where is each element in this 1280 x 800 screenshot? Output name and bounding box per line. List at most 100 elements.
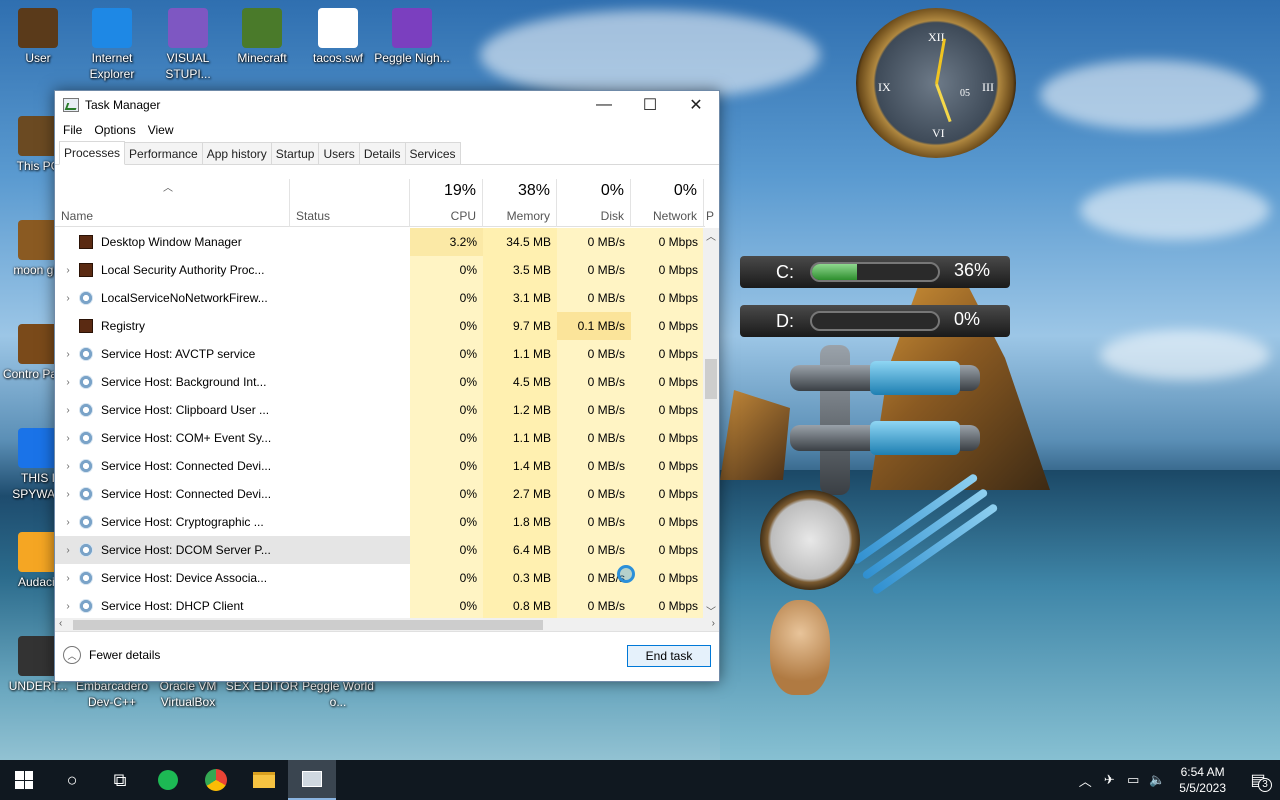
expand-chevron-icon[interactable]: ›: [61, 545, 75, 556]
horizontal-scrollbar[interactable]: ‹ ›: [55, 618, 719, 632]
process-row[interactable]: Desktop Window Manager 3.2% 34.5 MB 0 MB/s 0…: [55, 228, 703, 256]
expand-chevron-icon[interactable]: ›: [61, 573, 75, 584]
process-row[interactable]: › Service Host: DCOM Server P... 0% 6.4 MB 0…: [55, 536, 703, 564]
desktop-icon-image: [18, 220, 58, 260]
close-button[interactable]: ✕: [673, 91, 719, 119]
system-tray: ︿ ✈ ▭ 🔈 6:54 AM 5/5/2023 ▤ 3: [1073, 760, 1280, 800]
start-button[interactable]: [0, 760, 48, 800]
process-row[interactable]: › LocalServiceNoNetworkFirew... 0% 3.1 MB 0 …: [55, 284, 703, 312]
column-header-power[interactable]: P: [704, 179, 718, 227]
column-header-disk[interactable]: 0% Disk: [557, 179, 631, 227]
desktop-icon[interactable]: VISUAL STUPI...: [150, 2, 226, 82]
desktop-icon-image: [18, 428, 58, 468]
end-task-button[interactable]: End task: [627, 645, 711, 667]
minimize-button[interactable]: —: [581, 91, 627, 119]
process-name: Service Host: Device Associa...: [101, 571, 268, 585]
column-header-status[interactable]: Status: [290, 179, 410, 227]
process-row[interactable]: › Service Host: DHCP Client 0% 0.8 MB 0 MB/s…: [55, 592, 703, 618]
process-disk: 0 MB/s: [557, 396, 631, 424]
taskbar-clock[interactable]: 6:54 AM 5/5/2023: [1169, 764, 1236, 796]
process-row[interactable]: › Local Security Authority Proc... 0% 3.5 M…: [55, 256, 703, 284]
process-memory: 1.1 MB: [483, 340, 557, 368]
process-row[interactable]: › Service Host: COM+ Event Sy... 0% 1.1 MB 0…: [55, 424, 703, 452]
desktop-icon-label: tacos.swf: [312, 51, 363, 65]
search-button[interactable]: ○: [48, 760, 96, 800]
desktop-icon[interactable]: User: [0, 2, 76, 66]
expand-chevron-icon[interactable]: ›: [61, 433, 75, 444]
chevron-up-icon[interactable]: ︿: [1073, 771, 1097, 790]
column-header-network[interactable]: 0% Network: [631, 179, 704, 227]
network-total-percent: 0%: [673, 182, 697, 199]
desktop-icon[interactable]: Peggle Nigh...: [374, 2, 450, 66]
expand-chevron-icon[interactable]: ›: [61, 349, 75, 360]
taskbar-app-file-explorer[interactable]: [240, 760, 288, 800]
service-gear-icon: [79, 431, 93, 445]
scroll-left-icon[interactable]: ‹: [59, 618, 62, 629]
cloud: [1100, 330, 1270, 380]
expand-chevron-icon[interactable]: ›: [61, 517, 75, 528]
expand-chevron-icon[interactable]: ›: [61, 489, 75, 500]
taskbar-app-task-manager[interactable]: [288, 760, 336, 800]
network-icon[interactable]: ▭: [1121, 772, 1145, 788]
column-header-name[interactable]: ︿ Name: [55, 179, 290, 227]
tab-details[interactable]: Details: [358, 142, 406, 164]
vertical-scroll-thumb[interactable]: [705, 359, 717, 399]
process-memory: 0.8 MB: [483, 592, 557, 618]
process-row[interactable]: › Service Host: Connected Devi... 0% 2.7 MB…: [55, 480, 703, 508]
column-header-cpu[interactable]: 19% CPU: [410, 179, 483, 227]
tab-performance[interactable]: Performance: [124, 142, 203, 164]
scroll-right-icon[interactable]: ›: [712, 618, 715, 629]
title-bar[interactable]: Task Manager — ☐ ✕: [55, 91, 719, 119]
expand-chevron-icon[interactable]: ›: [61, 601, 75, 612]
desktop-icon[interactable]: Internet Explorer: [74, 2, 150, 82]
pressure-gauge-icon: [760, 490, 860, 590]
drive-meter-d[interactable]: D: 0%: [740, 305, 1010, 337]
column-header-memory[interactable]: 38% Memory: [483, 179, 557, 227]
expand-chevron-icon[interactable]: ›: [61, 293, 75, 304]
task-manager-window[interactable]: Task Manager — ☐ ✕ File Options View Pro…: [54, 90, 720, 682]
process-row[interactable]: › Service Host: Background Int... 0% 4.5 MB…: [55, 368, 703, 396]
task-view-button[interactable]: ⧉: [96, 760, 144, 800]
process-memory: 0.3 MB: [483, 564, 557, 592]
menu-view[interactable]: View: [148, 123, 174, 137]
process-row[interactable]: › Service Host: Connected Devi... 0% 1.4 MB…: [55, 452, 703, 480]
maximize-button[interactable]: ☐: [627, 91, 673, 119]
fewer-details-button[interactable]: ︿ Fewer details: [63, 646, 160, 664]
process-memory: 1.4 MB: [483, 452, 557, 480]
process-row[interactable]: › Service Host: Clipboard User ... 0% 1.2 M…: [55, 396, 703, 424]
process-row[interactable]: › Service Host: Cryptographic ... 0% 1.8 MB…: [55, 508, 703, 536]
gauge-tube: [870, 421, 960, 455]
process-name: Service Host: Clipboard User ...: [101, 403, 270, 417]
pipes-gadget[interactable]: [740, 345, 999, 625]
tab-startup[interactable]: Startup: [270, 142, 320, 164]
expand-chevron-icon[interactable]: ›: [61, 405, 75, 416]
process-row[interactable]: Registry 0% 9.7 MB 0.1 MB/s 0 Mbps: [55, 312, 703, 340]
tab-app-history[interactable]: App history: [201, 142, 272, 164]
taskbar-app-chrome[interactable]: [192, 760, 240, 800]
process-row[interactable]: › Service Host: AVCTP service 0% 1.1 MB 0 MB…: [55, 340, 703, 368]
process-name: Service Host: Connected Devi...: [101, 459, 272, 473]
process-row[interactable]: › Service Host: Device Associa... 0% 0.3 MB…: [55, 564, 703, 592]
fewer-details-label: Fewer details: [89, 648, 161, 662]
desktop-icon[interactable]: tacos.swf: [300, 2, 376, 66]
drive-meter-c[interactable]: C: 36%: [740, 256, 1010, 288]
bluetooth-icon[interactable]: ✈: [1097, 772, 1121, 788]
notification-center-button[interactable]: ▤ 3: [1236, 770, 1280, 792]
tab-services[interactable]: Services: [404, 142, 461, 164]
menu-file[interactable]: File: [63, 123, 82, 137]
taskbar-app-green-notes[interactable]: [144, 760, 192, 800]
tab-users[interactable]: Users: [318, 142, 360, 164]
expand-chevron-icon[interactable]: ›: [61, 377, 75, 388]
scroll-up-icon[interactable]: ︿: [706, 228, 716, 243]
speaker-muted-icon[interactable]: 🔈: [1145, 772, 1169, 788]
tab-processes[interactable]: Processes: [59, 141, 126, 165]
desktop-icon[interactable]: Minecraft: [224, 2, 300, 66]
vertical-scrollbar[interactable]: ︿ ﹀: [703, 228, 719, 618]
scroll-down-icon[interactable]: ﹀: [706, 603, 716, 618]
expand-chevron-icon[interactable]: ›: [61, 265, 75, 276]
expand-chevron-icon[interactable]: ›: [61, 461, 75, 472]
clock-gadget[interactable]: XII III VI IX 05: [856, 8, 1016, 158]
menu-options[interactable]: Options: [94, 123, 135, 137]
horizontal-scroll-thumb[interactable]: [73, 620, 543, 630]
process-name: Service Host: Connected Devi...: [101, 487, 272, 501]
